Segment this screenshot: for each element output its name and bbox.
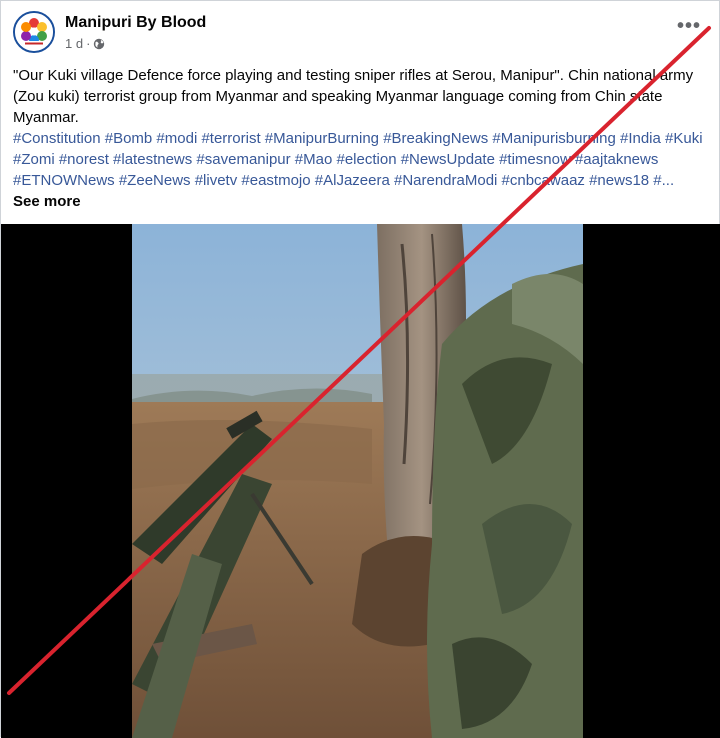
page-avatar[interactable] <box>13 11 55 53</box>
hashtag-list[interactable]: #Constitution #Bomb #modi #terrorist #Ma… <box>13 130 703 189</box>
post-caption: "Our Kuki village Defence force playing … <box>13 65 703 212</box>
post-time[interactable]: 1 d <box>65 36 83 51</box>
caption-text: "Our Kuki village Defence force playing … <box>13 67 694 126</box>
post-meta: 1 d · <box>65 36 105 51</box>
post-media[interactable] <box>1 224 720 738</box>
facebook-post: Manipuri By Blood 1 d · ••• "Our Kuki vi… <box>0 0 720 738</box>
see-more-link[interactable]: See more <box>13 193 81 210</box>
page-name[interactable]: Manipuri By Blood <box>65 14 206 32</box>
globe-icon[interactable] <box>93 38 105 50</box>
flower-logo-icon <box>15 13 53 51</box>
video-scene-image <box>132 224 583 738</box>
video-frame[interactable] <box>132 224 583 738</box>
meta-separator: · <box>86 36 91 51</box>
post-header: Manipuri By Blood 1 d · ••• <box>13 11 709 55</box>
more-options-button[interactable]: ••• <box>677 15 701 38</box>
